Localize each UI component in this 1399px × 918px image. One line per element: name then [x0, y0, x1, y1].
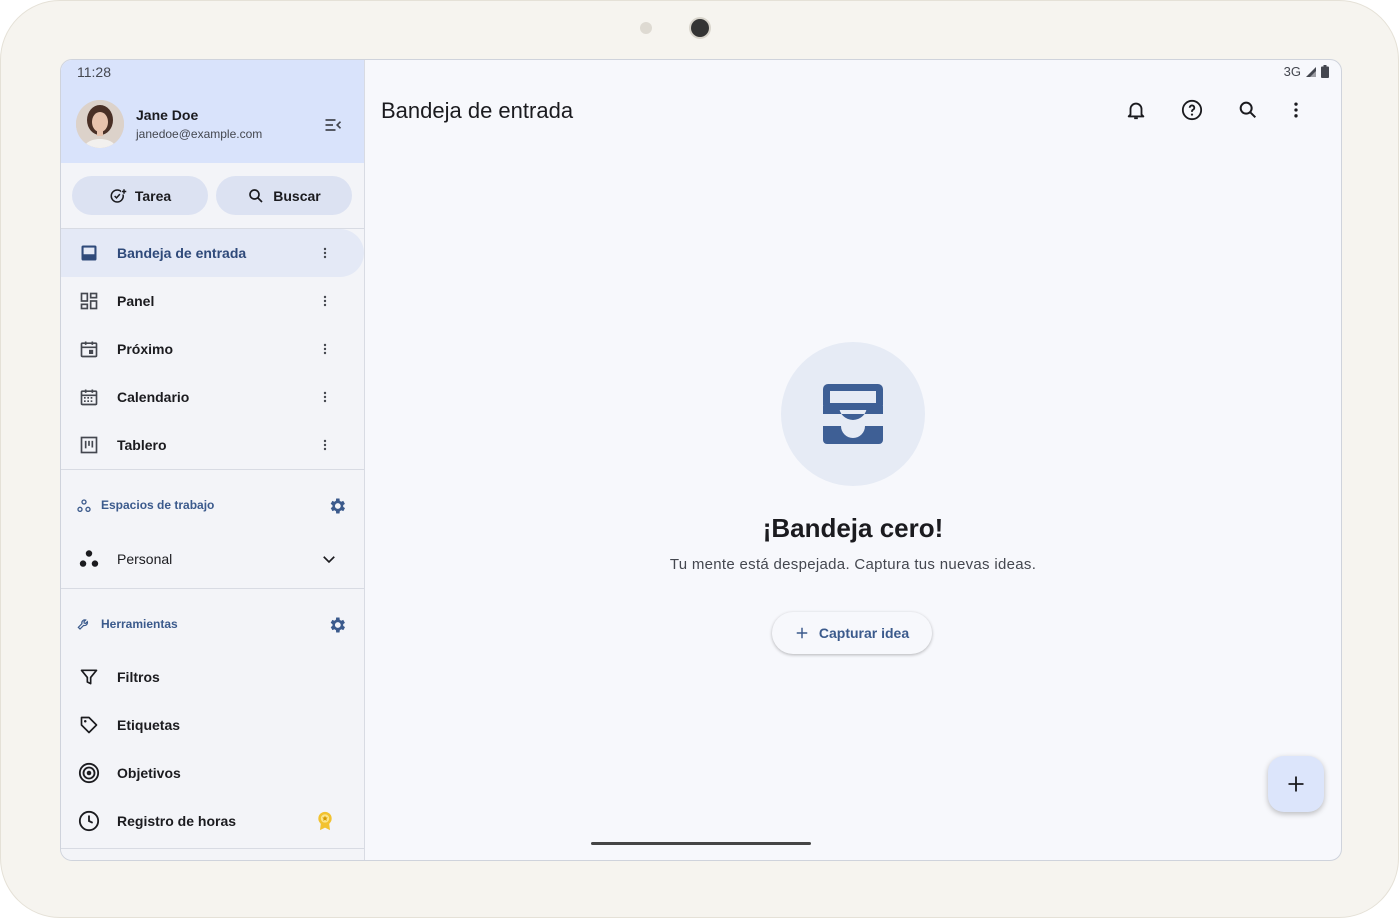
collapse-drawer-icon[interactable]	[321, 113, 345, 137]
empty-state-illustration	[781, 342, 925, 486]
tag-icon	[77, 713, 101, 737]
nav-item-label: Etiquetas	[117, 717, 181, 733]
front-camera	[691, 19, 709, 37]
tools-section-label: Herramientas	[101, 617, 178, 631]
more-vert-icon[interactable]	[313, 289, 337, 313]
tablet-frame: 11:28 Jane Doe janedoe@example.com Tarea…	[0, 0, 1399, 918]
empty-state-title: ¡Bandeja cero!	[762, 513, 944, 543]
navigation-drawer: 11:28 Jane Doe janedoe@example.com Tarea…	[61, 60, 365, 860]
capture-idea-button[interactable]: Capturar idea	[772, 612, 932, 654]
calendar-grid-icon	[77, 385, 101, 409]
signal-icon	[1306, 66, 1316, 77]
workspace-selector[interactable]: Personal	[61, 535, 364, 583]
main-content: 3G Bandeja de entrada ¡Bandeja cero! Tu …	[365, 60, 1341, 860]
divider	[61, 469, 364, 470]
nav-item-label: Tablero	[117, 437, 167, 453]
filter-icon	[77, 665, 101, 689]
workspace-name: Personal	[117, 551, 173, 567]
plus-icon	[1288, 776, 1304, 792]
nav-item-time-tracking[interactable]: Registro de horas	[61, 797, 364, 845]
more-vert-icon[interactable]	[313, 337, 337, 361]
nav-item-label: Bandeja de entrada	[117, 245, 247, 261]
nav-item-label: Filtros	[117, 669, 160, 685]
sensor-dot	[640, 22, 652, 34]
status-icons: 3G	[1284, 64, 1329, 79]
target-icon	[77, 761, 101, 785]
nav-item-goals[interactable]: Objetivos	[61, 749, 364, 797]
nav-item-label: Calendario	[117, 389, 190, 405]
workspaces-section-label: Espacios de trabajo	[101, 498, 215, 512]
nav-item-board[interactable]: Tablero	[61, 421, 364, 469]
avatar-photo	[76, 100, 124, 148]
nav-item-label: Objetivos	[117, 765, 181, 781]
premium-badge-icon	[313, 809, 337, 833]
capture-idea-label: Capturar idea	[818, 625, 910, 641]
battery-icon	[1321, 65, 1329, 78]
inbox-icon	[77, 241, 101, 265]
user-email: janedoe@example.com	[136, 127, 263, 141]
search-button[interactable]: Buscar	[216, 176, 352, 215]
app-screen: 11:28 Jane Doe janedoe@example.com Tarea…	[60, 59, 1342, 861]
clock-icon	[77, 809, 101, 833]
nav-item-label: Registro de horas	[117, 813, 237, 829]
nav-item-calendar[interactable]: Calendario	[61, 373, 364, 421]
more-vert-icon[interactable]	[313, 241, 337, 265]
divider	[61, 848, 364, 849]
nav-item-label: Próximo	[117, 341, 174, 357]
add-task-icon	[110, 188, 127, 203]
workspaces-settings-icon[interactable]	[327, 496, 347, 516]
status-time: 11:28	[77, 64, 111, 80]
wrench-icon	[77, 619, 89, 630]
plus-icon	[796, 627, 808, 639]
nav-item-inbox[interactable]: Bandeja de entrada	[61, 229, 364, 277]
add-task-label: Tarea	[134, 187, 172, 204]
add-fab-button[interactable]	[1268, 756, 1324, 812]
workspace-personal-icon	[77, 547, 101, 571]
search-icon	[249, 188, 263, 203]
help-icon[interactable]	[1180, 98, 1204, 122]
nav-item-label: Panel	[117, 293, 155, 309]
chevron-down-icon[interactable]	[317, 547, 341, 571]
divider	[61, 588, 364, 589]
search-icon[interactable]	[1236, 98, 1260, 122]
user-name: Jane Doe	[136, 107, 199, 123]
nav-item-upcoming[interactable]: Próximo	[61, 325, 364, 373]
more-vert-icon[interactable]	[1284, 98, 1308, 122]
search-label: Buscar	[273, 187, 321, 204]
workspaces-section-header: Espacios de trabajo	[61, 488, 364, 524]
nav-item-labels[interactable]: Etiquetas	[61, 701, 364, 749]
network-type: 3G	[1283, 64, 1301, 79]
avatar[interactable]	[76, 100, 124, 148]
gesture-handle[interactable]	[591, 842, 811, 845]
account-header: 11:28 Jane Doe janedoe@example.com	[61, 60, 364, 163]
nav-item-panel[interactable]: Panel	[61, 277, 364, 325]
more-vert-icon[interactable]	[313, 433, 337, 457]
dashboard-icon	[77, 289, 101, 313]
empty-state-subtitle: Tu mente está despejada. Captura tus nue…	[669, 556, 1037, 573]
more-vert-icon[interactable]	[313, 385, 337, 409]
inbox-zero-icon	[823, 384, 883, 444]
notifications-icon[interactable]	[1124, 98, 1148, 122]
tools-settings-icon[interactable]	[327, 615, 347, 635]
page-title: Bandeja de entrada	[381, 98, 574, 123]
upcoming-calendar-icon	[77, 337, 101, 361]
tools-section-header: Herramientas	[61, 607, 364, 643]
add-task-button[interactable]: Tarea	[72, 176, 208, 215]
board-icon	[77, 433, 101, 457]
nav-item-filters[interactable]: Filtros	[61, 653, 364, 701]
workspaces-icon	[77, 499, 91, 512]
